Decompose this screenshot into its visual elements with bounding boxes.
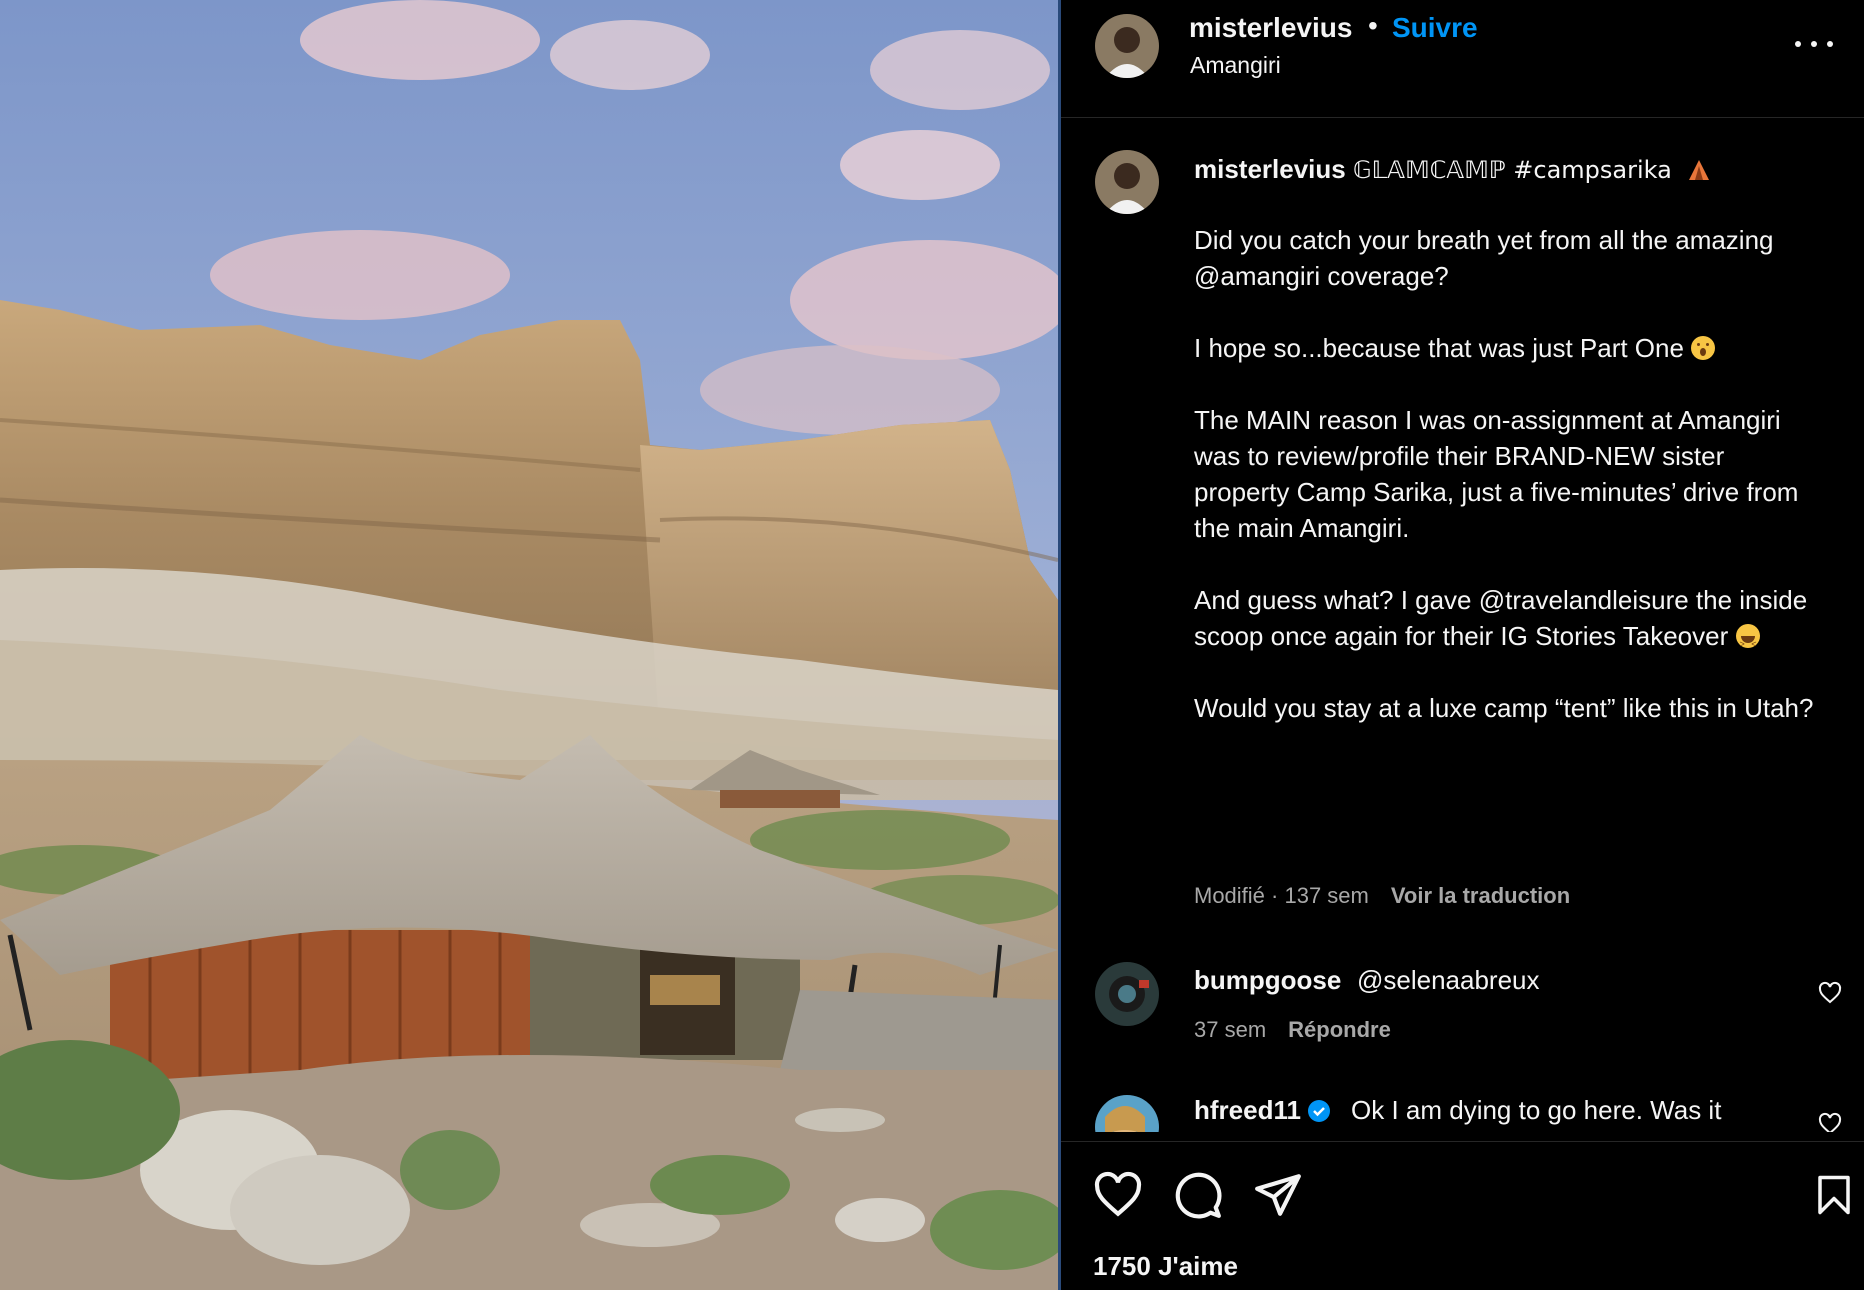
caption-title: 𝔾𝕃𝔸𝕄ℂ𝔸𝕄ℙ #campsarika — [1352, 156, 1672, 184]
caption-paragraph: The MAIN reason I was on-assignment at A… — [1194, 405, 1799, 543]
caption-avatar[interactable] — [1095, 150, 1159, 214]
likes-count[interactable]: 1750 J'aime — [1093, 1251, 1238, 1282]
actions-separator — [1061, 1141, 1864, 1142]
comment-icon[interactable] — [1173, 1170, 1223, 1220]
comment-username: hfreed11 — [1194, 1095, 1331, 1126]
caption-paragraph: Did you catch your breath yet from all t… — [1194, 225, 1774, 291]
reply-button[interactable]: Répondre — [1288, 1017, 1391, 1042]
comment-username[interactable]: bumpgoose — [1194, 965, 1341, 996]
caption-paragraph: I hope so...because that was just Part O… — [1194, 330, 1814, 366]
header-separator — [1061, 117, 1864, 118]
bookmark-icon[interactable] — [1813, 1172, 1855, 1218]
caption-username[interactable]: misterlevius — [1194, 154, 1346, 184]
post-side-panel: misterlevius • Suivre Amangiri misterlev… — [1061, 0, 1864, 1290]
comment-avatar[interactable] — [1095, 962, 1159, 1026]
caption-paragraph: Would you stay at a luxe camp “tent” lik… — [1194, 693, 1814, 723]
comment-text[interactable]: Ok I am dying to go here. Was it — [1351, 1095, 1721, 1126]
caption-header: misterlevius 𝔾𝕃𝔸𝕄ℂ𝔸𝕄ℙ #campsarika — [1194, 152, 1834, 187]
heart-icon[interactable] — [1093, 1170, 1143, 1220]
comment-username-text[interactable]: hfreed11 — [1194, 1095, 1301, 1125]
laughing-emoji — [1735, 624, 1760, 662]
caption-paragraph: And guess what? I gave @travelandleisure… — [1194, 582, 1814, 662]
comment-text[interactable]: @selenaabreux — [1357, 965, 1540, 996]
author-username[interactable]: misterlevius — [1189, 12, 1352, 44]
verified-icon — [1307, 1100, 1330, 1122]
surprised-emoji — [1691, 336, 1716, 360]
comment-like-icon[interactable] — [1818, 981, 1842, 1005]
post-location[interactable]: Amangiri — [1190, 52, 1281, 79]
caption-time: Modifié · 137 sem — [1194, 883, 1369, 908]
follow-button[interactable]: Suivre — [1392, 12, 1478, 44]
comment-like-icon[interactable] — [1818, 1112, 1842, 1132]
caption-meta: Modifié · 137 sem Voir la traduction — [1194, 883, 1570, 909]
see-translation-link[interactable]: Voir la traduction — [1391, 883, 1570, 908]
comment-meta: 37 sem Répondre — [1194, 1017, 1391, 1043]
more-icon[interactable] — [1793, 30, 1835, 56]
tent-emoji — [1689, 160, 1710, 180]
comment-clip: hfreed11 Ok I am dying to go here. Was i… — [1061, 1085, 1864, 1132]
caption-body: Did you catch your breath yet from all t… — [1194, 222, 1814, 762]
share-icon[interactable] — [1253, 1170, 1303, 1220]
post-photo[interactable] — [0, 0, 1058, 1290]
author-avatar[interactable] — [1095, 14, 1159, 78]
comment-avatar[interactable] — [1095, 1095, 1159, 1132]
comment-time: 37 sem — [1194, 1017, 1267, 1042]
header-separator-dot: • — [1368, 10, 1378, 41]
